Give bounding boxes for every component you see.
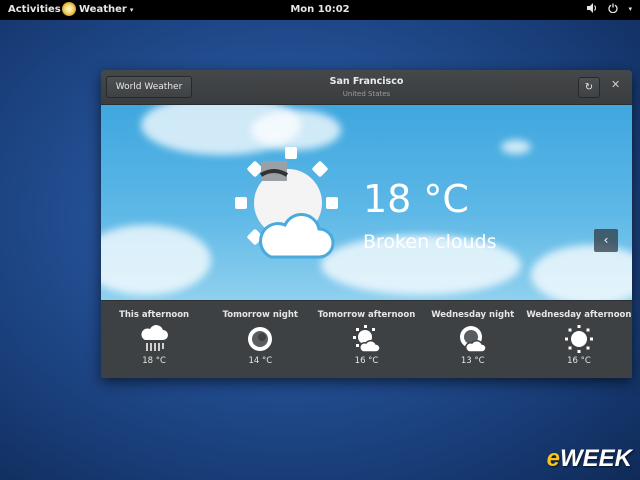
current-condition: Broken clouds bbox=[363, 231, 497, 253]
forecast-item: Wednesday afternoon 16 °C bbox=[526, 301, 632, 378]
refresh-icon: ↻ bbox=[584, 82, 594, 93]
background-cloud bbox=[251, 110, 341, 150]
volume-icon bbox=[587, 3, 598, 16]
top-bar: Activities Weather ▾ Mon 10:02 ▾ bbox=[0, 0, 640, 20]
forecast-label: Wednesday afternoon bbox=[526, 310, 632, 320]
forecast-temperature: 13 °C bbox=[460, 356, 485, 366]
header-bar: World Weather San Francisco United State… bbox=[101, 70, 632, 105]
system-menu[interactable]: ▾ bbox=[587, 3, 632, 16]
forecast-temperature: 16 °C bbox=[354, 356, 379, 366]
eweek-logo: eWEEK bbox=[546, 445, 632, 472]
forecast-strip: This afternoon 18 °C Tomorrow night 14 °… bbox=[101, 300, 632, 378]
forecast-label: Tomorrow night bbox=[222, 310, 298, 320]
close-icon: ✕ bbox=[611, 78, 621, 91]
forecast-temperature: 18 °C bbox=[142, 356, 166, 366]
partly-cloudy-night-icon bbox=[459, 326, 487, 353]
forecast-next-button[interactable]: ‹ bbox=[594, 229, 618, 252]
clock[interactable]: Mon 10:02 bbox=[0, 4, 640, 15]
forecast-label: This afternoon bbox=[119, 310, 190, 320]
city-title: San Francisco bbox=[329, 76, 404, 87]
forecast-label: Wednesday night bbox=[431, 310, 515, 320]
chevron-left-icon: ‹ bbox=[603, 233, 609, 247]
country-subtitle: United States bbox=[342, 90, 391, 98]
rain-icon bbox=[141, 325, 169, 351]
forecast-label: Tomorrow afternoon bbox=[317, 310, 416, 320]
forecast-temperature: 16 °C bbox=[567, 356, 591, 366]
power-icon bbox=[608, 3, 619, 16]
current-conditions-panel: 18 °C Broken clouds ‹ bbox=[101, 105, 632, 300]
refresh-button[interactable]: ↻ bbox=[578, 77, 600, 98]
weather-window: World Weather San Francisco United State… bbox=[101, 70, 632, 378]
broken-clouds-icon bbox=[235, 147, 338, 259]
close-button[interactable]: ✕ bbox=[611, 78, 620, 91]
background-cloud bbox=[501, 140, 531, 154]
chevron-down-icon: ▾ bbox=[628, 5, 632, 13]
forecast-item: Tomorrow afternoon 16 °C bbox=[313, 301, 419, 378]
forecast-item: Tomorrow night 14 °C bbox=[207, 301, 313, 378]
clear-night-icon bbox=[248, 327, 273, 351]
background-cloud bbox=[531, 245, 632, 300]
background-cloud bbox=[101, 225, 211, 295]
forecast-item: Wednesday night 13 °C bbox=[420, 301, 526, 378]
forecast-item: This afternoon 18 °C bbox=[101, 301, 207, 378]
partly-cloudy-icon bbox=[352, 325, 381, 353]
forecast-temperature: 14 °C bbox=[248, 356, 273, 366]
current-temperature: 18 °C bbox=[363, 177, 469, 221]
sunny-icon bbox=[564, 325, 593, 353]
